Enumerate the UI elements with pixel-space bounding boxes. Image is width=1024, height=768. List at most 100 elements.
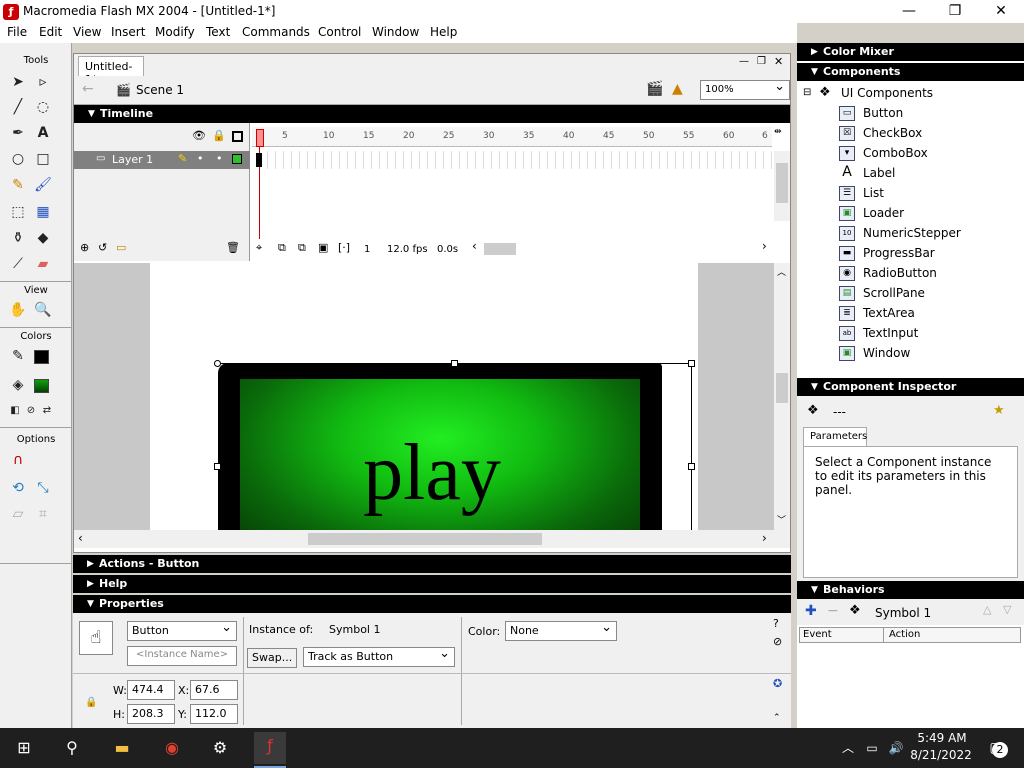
component-progressbar[interactable]: ProgressBar xyxy=(863,246,935,260)
keyframe[interactable] xyxy=(256,153,262,167)
component-checkbox[interactable]: CheckBox xyxy=(863,126,922,140)
menu-commands[interactable]: Commands xyxy=(242,25,310,39)
swap-colors-icon[interactable]: ⇄ xyxy=(36,400,58,422)
menu-window[interactable]: Window xyxy=(372,25,419,39)
action-column-header[interactable]: Action xyxy=(889,629,920,640)
color-mixer-header[interactable]: ▶ Color Mixer xyxy=(797,43,1024,61)
timeline-scroll-right[interactable]: › xyxy=(762,239,767,253)
pen-tool-icon[interactable]: ✒ xyxy=(7,122,29,144)
document-tab[interactable]: Untitled-1* xyxy=(78,56,144,86)
lock-dot[interactable]: • xyxy=(216,152,223,165)
insert-layer-icon[interactable]: ⊕ xyxy=(80,241,89,254)
menu-view[interactable]: View xyxy=(73,25,101,39)
add-motion-guide-icon[interactable]: ↺ xyxy=(98,241,107,254)
component-numericstepper[interactable]: NumericStepper xyxy=(863,226,961,240)
tree-collapse-icon[interactable]: ⊟ xyxy=(803,87,811,98)
settings-gear-icon[interactable]: ⚙ xyxy=(206,734,234,762)
ink-bottle-tool-icon[interactable]: ⚱ xyxy=(7,227,29,249)
stage-hscroll-thumb[interactable] xyxy=(308,533,542,545)
event-column-header[interactable]: Event xyxy=(803,629,832,640)
help-circle-icon[interactable]: ? xyxy=(773,617,779,630)
properties-panel-header[interactable]: ▼ Properties xyxy=(73,595,791,613)
text-tool-icon[interactable]: A xyxy=(32,122,54,144)
edit-actions-icon[interactable]: ⊘ xyxy=(773,635,782,648)
behaviors-header[interactable]: ▼ Behaviors xyxy=(797,581,1024,599)
component-button[interactable]: Button xyxy=(863,106,903,120)
component-textarea[interactable]: TextArea xyxy=(863,306,915,320)
height-input[interactable]: 208.3 xyxy=(127,704,175,724)
doc-restore-icon[interactable]: ❐ xyxy=(757,56,766,67)
color-effect-select[interactable]: None xyxy=(505,620,617,641)
menu-modify[interactable]: Modify xyxy=(155,25,195,39)
onion-outline-icon[interactable]: ⧉ xyxy=(298,241,306,255)
visibility-dot[interactable]: • xyxy=(197,152,204,165)
flash-taskbar-icon[interactable]: ƒ xyxy=(254,732,286,764)
menu-file[interactable]: File xyxy=(7,25,27,39)
ui-components-folder[interactable]: UI Components xyxy=(841,86,933,100)
line-tool-icon[interactable]: ╱ xyxy=(7,96,29,118)
layer-row[interactable]: ▭ Layer 1 ✎ • • xyxy=(74,151,250,169)
menu-text[interactable]: Text xyxy=(206,25,230,39)
transform-handle-tl[interactable] xyxy=(214,360,221,367)
components-header[interactable]: ▼ Components xyxy=(797,63,1024,81)
scroll-left-icon[interactable]: ‹ xyxy=(78,531,83,545)
transform-handle-top[interactable] xyxy=(451,360,458,367)
pencil-tool-icon[interactable]: ✎ xyxy=(7,174,29,196)
lasso-tool-icon[interactable]: ◌ xyxy=(32,96,54,118)
component-window[interactable]: Window xyxy=(863,346,910,360)
timeline-menu-icon[interactable]: ⇹ xyxy=(774,127,782,137)
search-icon[interactable]: ⚲ xyxy=(58,734,86,762)
transform-handle-tr[interactable] xyxy=(688,360,695,367)
close-button[interactable]: ✕ xyxy=(978,0,1024,23)
snap-magnet-icon[interactable]: ∩ xyxy=(7,449,29,471)
component-combobox[interactable]: ComboBox xyxy=(863,146,928,160)
scene-label[interactable]: Scene 1 xyxy=(136,83,184,97)
onion-skin-icon[interactable]: ⧉ xyxy=(278,241,286,255)
menu-help[interactable]: Help xyxy=(430,25,457,39)
lock-icon[interactable]: 🔒 xyxy=(212,129,226,142)
stage-vscroll-thumb[interactable] xyxy=(776,373,788,403)
maximize-button[interactable]: ❐ xyxy=(932,0,978,23)
arrow-tool-icon[interactable]: ➤ xyxy=(7,71,29,93)
instance-name-input[interactable]: <Instance Name> xyxy=(127,646,237,666)
doc-close-icon[interactable]: ✕ xyxy=(774,55,783,68)
constrain-lock-icon[interactable]: 🔒 xyxy=(85,697,97,708)
edit-scene-icon[interactable]: 🎬 xyxy=(646,81,663,97)
windows-start-icon[interactable]: ⊞ xyxy=(10,734,38,762)
parameters-tab[interactable]: Parameters xyxy=(803,427,867,446)
clock-time[interactable]: 5:49 AM xyxy=(912,731,972,745)
frame-track[interactable] xyxy=(252,151,772,169)
timeline-hscroll-thumb[interactable] xyxy=(484,243,516,255)
track-as-select[interactable]: Track as Button xyxy=(303,646,455,667)
hand-tool-icon[interactable]: ✋ xyxy=(7,299,29,321)
minimize-button[interactable]: — xyxy=(886,0,932,23)
oval-tool-icon[interactable]: ○ xyxy=(7,148,29,170)
component-label[interactable]: Label xyxy=(863,166,895,180)
scale-icon[interactable]: ⤡ xyxy=(32,477,54,499)
subselect-tool-icon[interactable]: ▹ xyxy=(32,71,54,93)
timeline-scroll-left[interactable]: ‹ xyxy=(472,239,477,253)
scroll-right-icon[interactable]: › xyxy=(762,531,767,545)
layer-color-square[interactable] xyxy=(232,154,242,164)
eraser-tool-icon[interactable]: ▰ xyxy=(32,253,54,275)
outline-icon[interactable] xyxy=(232,131,243,142)
timeline-header[interactable]: ▼ Timeline xyxy=(74,105,790,123)
stage-vscroll[interactable]: ︿ ﹀ xyxy=(774,263,790,530)
component-list[interactable]: List xyxy=(863,186,884,200)
center-frame-icon[interactable]: ⌖ xyxy=(256,241,262,255)
x-input[interactable]: 67.6 xyxy=(190,680,238,700)
paint-bucket-tool-icon[interactable]: ◆ xyxy=(32,227,54,249)
stage-hscroll[interactable]: ‹ › xyxy=(74,530,790,548)
menu-control[interactable]: Control xyxy=(318,25,361,39)
actions-panel-header[interactable]: ▶ Actions - Button xyxy=(73,555,791,573)
fill-color-swatch[interactable] xyxy=(34,379,49,393)
expand-icon[interactable]: ⌃ xyxy=(773,713,781,723)
stroke-color-swatch[interactable] xyxy=(34,350,49,364)
scroll-up-icon[interactable]: ︿ xyxy=(777,265,786,278)
component-scrollpane[interactable]: ScrollPane xyxy=(863,286,925,300)
zoom-select[interactable]: 100% xyxy=(700,79,790,100)
eye-icon[interactable]: 👁 xyxy=(192,129,206,142)
component-loader[interactable]: Loader xyxy=(863,206,904,220)
menu-insert[interactable]: Insert xyxy=(111,25,145,39)
fill-transform-tool-icon[interactable]: ▦ xyxy=(32,201,54,223)
